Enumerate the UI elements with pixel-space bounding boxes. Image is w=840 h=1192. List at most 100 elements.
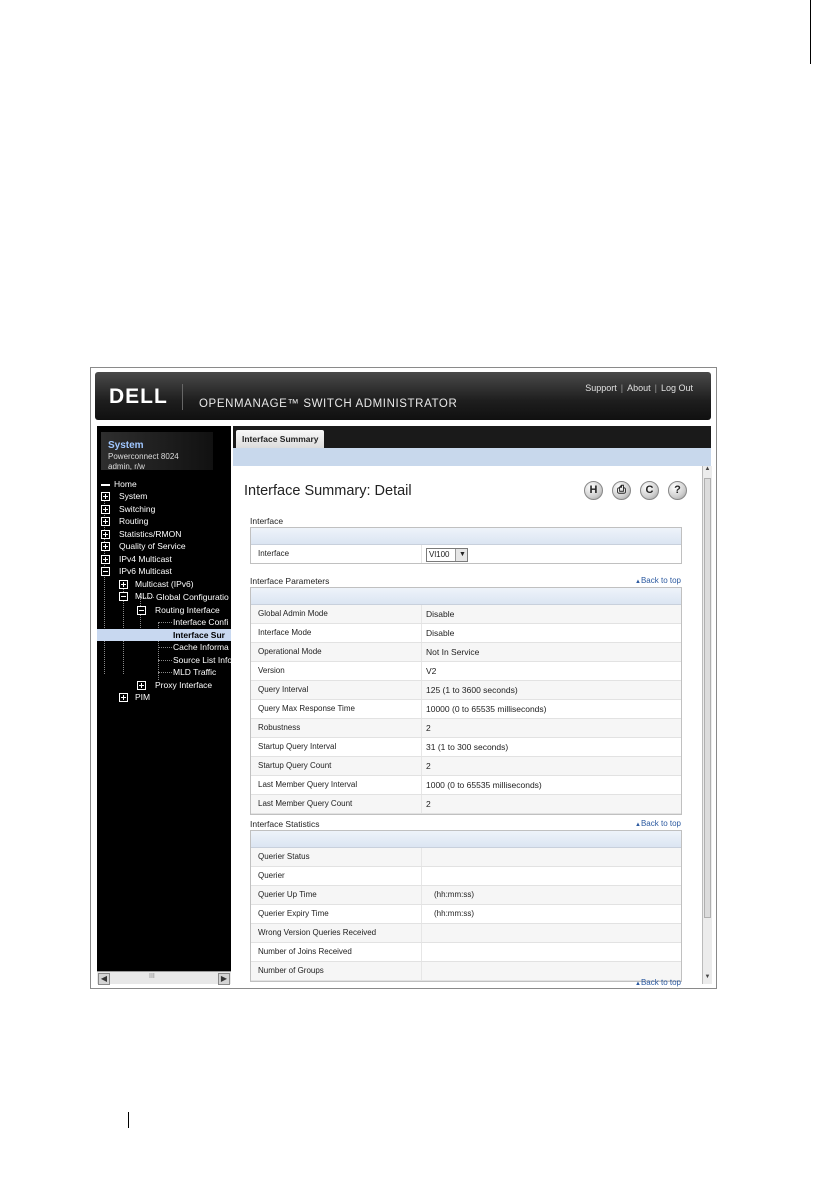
expand-icon[interactable] [101,555,110,564]
about-link[interactable]: About [627,383,651,393]
expand-icon[interactable] [101,505,110,514]
row-value: 31 (1 to 300 seconds) [426,742,509,752]
row-label: Startup Query Count [258,761,332,770]
table-row: Query Max Response Time 10000 (0 to 65535… [251,700,681,719]
scroll-grip[interactable]: III [149,973,155,980]
interface-label: Interface [258,549,290,558]
table-row: Querier Expiry Time (hh:mm:ss) [251,905,681,924]
table-row: Operational Mode Not In Service [251,643,681,662]
page-title: Interface Summary: Detail [244,483,412,499]
row-label: Number of Groups [258,966,324,975]
row-label: Querier [258,871,285,880]
nav-label: Routing Interface [155,605,220,615]
expand-icon[interactable] [137,681,146,690]
table-row: Startup Query Count 2 [251,757,681,776]
row-value: 10000 (0 to 65535 milliseconds) [426,704,547,714]
nav-cache-information[interactable]: Cache Informa [173,641,229,653]
table-row: Querier [251,867,681,886]
collapse-icon[interactable] [101,567,110,576]
row-value: Not In Service [426,647,480,657]
scroll-up-icon[interactable]: ▲ [703,466,712,476]
nav-label: Interface Confi [173,617,229,627]
nav-ipv4-multicast[interactable]: IPv4 Multicast [101,553,172,565]
nav-label: PIM [135,692,151,702]
sidebar-horizontal-scrollbar[interactable]: ◀ III ▶ [97,971,231,985]
nav-label: Cache Informa [173,642,229,652]
nav-tree: Home System Switching Routing Statistics… [97,478,231,968]
tree-line [158,622,172,623]
scroll-thumb[interactable] [704,478,711,918]
interface-section-title: Interface [250,516,284,526]
nav-ipv6-multicast[interactable]: IPv6 Multicast [101,565,172,577]
refresh-icon[interactable]: C [640,481,659,500]
nav-statistics-rmon[interactable]: Statistics/RMON [101,528,181,540]
table-row: Querier Status [251,848,681,867]
expand-icon[interactable] [101,492,110,501]
expand-icon[interactable] [101,530,110,539]
scroll-down-icon[interactable]: ▼ [703,974,712,984]
scroll-left-icon[interactable]: ◀ [98,973,110,985]
logo-separator [182,384,183,410]
nav-mld[interactable]: MLD [119,590,153,602]
back-to-top-link[interactable]: Back to top [635,576,681,585]
back-to-top-link[interactable]: Back to top [635,819,681,828]
tab-bar: Interface Summary [233,426,711,448]
table-row: Querier Up Time (hh:mm:ss) [251,886,681,905]
nav-interface-configuration[interactable]: Interface Confi [173,616,228,628]
tree-line [158,660,172,661]
interface-select-value: Vl100 [429,550,450,559]
nav-routing-interface[interactable]: Routing Interface [137,604,220,616]
interface-select[interactable]: Vl100 ▼ [426,548,468,562]
row-value: 1000 (0 to 65535 milliseconds) [426,780,542,790]
table-row: Last Member Query Interval 1000 (0 to 655… [251,776,681,795]
row-value: (hh:mm:ss) [434,890,474,899]
save-icon[interactable]: H [584,481,603,500]
table-row: Query Interval 125 (1 to 3600 seconds) [251,681,681,700]
row-value: 2 [426,761,431,771]
row-value: Disable [426,628,455,638]
table-row: Global Admin Mode Disable [251,605,681,624]
nav-home[interactable]: Home [101,478,137,490]
content-vertical-scrollbar[interactable]: ▲ ▼ [702,466,712,984]
expand-icon[interactable] [101,517,110,526]
table-row: Last Member Query Count 2 [251,795,681,814]
collapse-icon[interactable] [119,592,128,601]
row-value: Disable [426,609,455,619]
expand-icon[interactable] [119,693,128,702]
expand-icon[interactable] [101,542,110,551]
tab-strip-band [233,448,711,466]
dell-logo: DELL [109,385,168,408]
support-link[interactable]: Support [585,383,617,393]
back-to-top-link[interactable]: Back to top [635,978,681,987]
nav-label: Proxy Interface [155,680,213,690]
nav-proxy-interface[interactable]: Proxy Interface [137,679,212,691]
row-value: (hh:mm:ss) [434,909,474,918]
scroll-right-icon[interactable]: ▶ [218,973,230,985]
nav-label: Global Configuratio [156,592,229,602]
expand-icon[interactable] [119,580,128,589]
row-label: Startup Query Interval [258,742,337,751]
table-row: Version V2 [251,662,681,681]
print-icon[interactable]: ⎙ [612,481,631,500]
nav-pim[interactable]: PIM [119,691,150,703]
nav-label: Switching [119,504,156,514]
nav-quality-of-service[interactable]: Quality of Service [101,540,186,552]
nav-system[interactable]: System [101,490,147,502]
nav-global-configuration[interactable]: Global Configuratio [156,591,229,603]
app-window: DELL OPENMANAGE™ SWITCH ADMINISTRATOR Su… [90,367,717,989]
nav-source-list-information[interactable]: Source List Info [173,654,231,666]
statistics-table: Querier Status Querier Querier Up Time (hh:… [250,830,682,982]
nav-mld-traffic[interactable]: MLD Traffic [173,666,216,678]
help-icon[interactable]: ? [668,481,687,500]
tab-interface-summary[interactable]: Interface Summary [236,430,324,448]
collapse-icon[interactable] [137,606,146,615]
nav-multicast-ipv6[interactable]: Multicast (IPv6) [119,578,194,590]
nav-routing[interactable]: Routing [101,515,148,527]
nav-interface-summary[interactable]: Interface Sur [97,629,231,641]
home-icon [101,483,110,486]
chevron-down-icon[interactable]: ▼ [455,549,467,561]
row-label: Version [258,666,285,675]
logout-link[interactable]: Log Out [661,383,693,393]
nav-switching[interactable]: Switching [101,503,155,515]
row-label: Global Admin Mode [258,609,328,618]
